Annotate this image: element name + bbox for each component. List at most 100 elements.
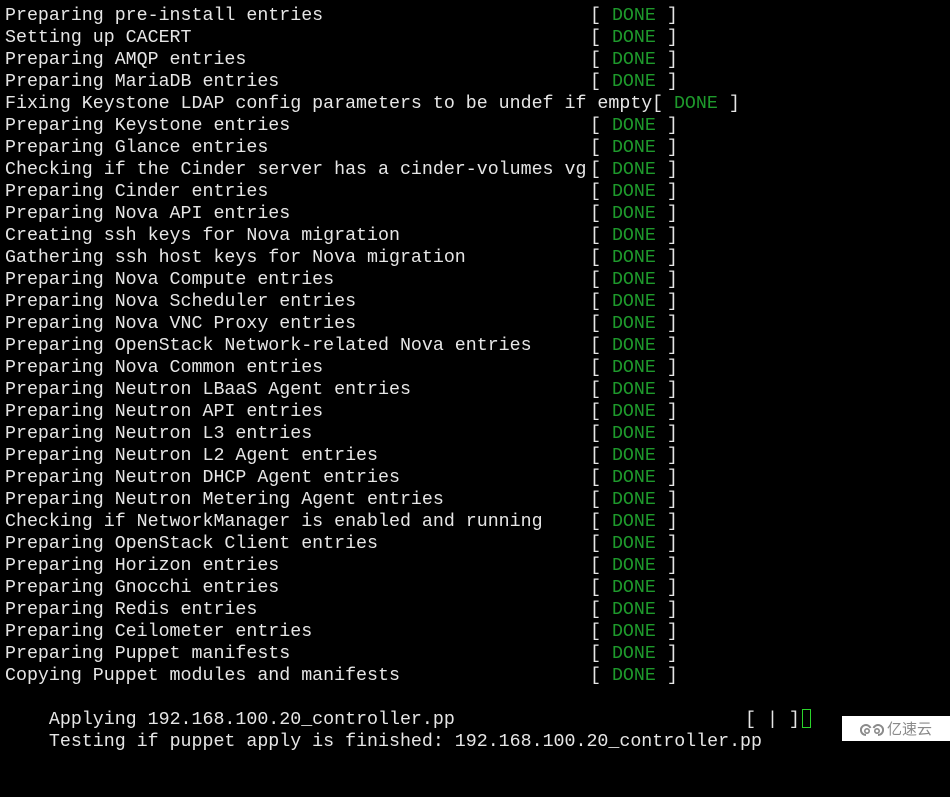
bracket-close: ]: [717, 94, 740, 114]
status-message: Preparing Nova Common entries: [5, 358, 324, 378]
bracket-close: ]: [655, 28, 678, 48]
bracket-open: [: [590, 314, 612, 334]
status-badge: [ DONE ]: [590, 577, 678, 599]
bracket-open: [: [590, 380, 612, 400]
bracket-open: [: [652, 94, 674, 114]
status-line: Preparing OpenStack Network-related Nova…: [5, 335, 762, 357]
status-line: Copying Puppet modules and manifests [ DO…: [5, 665, 762, 687]
terminal-cursor[interactable]: [801, 709, 811, 728]
done-label: DONE: [611, 226, 656, 246]
done-label: DONE: [611, 138, 656, 158]
status-message: Preparing MariaDB entries: [5, 72, 280, 92]
status-line: Preparing Glance entries [ DONE ]: [5, 137, 762, 159]
done-label: DONE: [611, 248, 656, 268]
bracket-close: ]: [655, 622, 678, 642]
bracket-close: ]: [655, 160, 678, 180]
status-badge: [ DONE ]: [590, 401, 678, 423]
status-badge: [ DONE ]: [590, 115, 678, 137]
bracket-close: ]: [655, 534, 678, 554]
status-line: Preparing Neutron L3 entries [ DONE ]: [5, 423, 762, 445]
status-message: Preparing Nova Compute entries: [5, 270, 335, 290]
done-label: DONE: [611, 556, 656, 576]
status-line: Preparing Horizon entries [ DONE ]: [5, 555, 762, 577]
status-line: Fixing Keystone LDAP config parameters t…: [5, 93, 762, 115]
done-label: DONE: [611, 182, 656, 202]
bracket-open: [: [590, 534, 612, 554]
bracket-open: [: [590, 600, 612, 620]
status-line: Gathering ssh host keys for Nova migrati…: [5, 247, 762, 269]
status-badge: [ DONE ]: [590, 489, 678, 511]
status-badge: [ DONE ]: [590, 599, 678, 621]
status-badge: [ DONE ]: [590, 5, 678, 27]
status-badge: [ DONE ]: [590, 71, 678, 93]
bracket-close: ]: [655, 116, 678, 136]
status-message: Preparing Neutron L2 Agent entries: [5, 446, 378, 466]
status-line: Preparing Neutron Metering Agent entries…: [5, 489, 762, 511]
bracket-open: [: [590, 468, 612, 488]
status-message: Preparing Neutron API entries: [5, 402, 324, 422]
bracket-close: ]: [655, 600, 678, 620]
status-badge: [ DONE ]: [590, 511, 678, 533]
done-label: DONE: [611, 380, 656, 400]
bracket-close: ]: [655, 490, 678, 510]
status-line: Preparing Neutron LBaaS Agent entries [ D…: [5, 379, 762, 401]
status-badge: [ DONE ]: [590, 269, 678, 291]
status-message: Preparing Redis entries: [5, 600, 258, 620]
bracket-open: [: [590, 556, 612, 576]
bracket-close: ]: [655, 336, 678, 356]
bracket-close: ]: [655, 204, 678, 224]
testing-line: Testing if puppet apply is finished: 192…: [5, 709, 811, 752]
status-message: Preparing AMQP entries: [5, 50, 247, 70]
status-badge: [ DONE ]: [590, 27, 678, 49]
status-badge: [ DONE ]: [590, 225, 678, 247]
status-message: Preparing OpenStack Client entries: [5, 534, 378, 554]
status-message: Preparing pre-install entries: [5, 6, 324, 26]
bracket-close: ]: [655, 380, 678, 400]
status-line: Preparing Redis entries [ DONE ]: [5, 599, 762, 621]
done-label: DONE: [611, 270, 656, 290]
bracket-open: [: [590, 182, 612, 202]
status-message: Preparing Horizon entries: [5, 556, 280, 576]
done-label: DONE: [611, 446, 656, 466]
status-badge: [ DONE ]: [590, 423, 678, 445]
status-badge: [ DONE ]: [590, 533, 678, 555]
bracket-close: ]: [655, 6, 678, 26]
status-badge: [ DONE ]: [590, 247, 678, 269]
done-label: DONE: [611, 314, 656, 334]
bracket-open: [: [590, 490, 612, 510]
bracket-open: [: [590, 72, 612, 92]
done-label: DONE: [611, 402, 656, 422]
bracket-close: ]: [655, 402, 678, 422]
status-line: Preparing Cinder entries [ DONE ]: [5, 181, 762, 203]
bracket-open: [: [590, 644, 612, 664]
done-label: DONE: [611, 160, 656, 180]
status-line: Preparing Nova API entries [ DONE ]: [5, 203, 762, 225]
status-badge: [ DONE ]: [590, 379, 678, 401]
bracket-open: [: [590, 578, 612, 598]
bracket-open: [: [590, 358, 612, 378]
testing-text: Testing if puppet apply is finished: 192…: [48, 732, 762, 752]
bracket-close: ]: [655, 248, 678, 268]
bracket-open: [: [590, 512, 612, 532]
done-label: DONE: [611, 336, 656, 356]
spinner-text: [ | ]: [745, 710, 800, 730]
bracket-close: ]: [655, 644, 678, 664]
status-message: Copying Puppet modules and manifests: [5, 666, 400, 686]
status-message: Preparing Cinder entries: [5, 182, 269, 202]
bracket-open: [: [590, 160, 612, 180]
done-label: DONE: [611, 534, 656, 554]
status-badge: [ DONE ]: [590, 335, 678, 357]
status-message: Preparing Keystone entries: [5, 116, 291, 136]
status-message: Checking if the Cinder server has a cind…: [5, 160, 587, 180]
status-message: Fixing Keystone LDAP config parameters t…: [5, 94, 653, 114]
status-message: Gathering ssh host keys for Nova migrati…: [5, 248, 466, 268]
status-line: Preparing Neutron DHCP Agent entries [ DO…: [5, 467, 762, 489]
done-label: DONE: [611, 50, 656, 70]
bracket-open: [: [590, 292, 612, 312]
status-line: Preparing Ceilometer entries [ DONE ]: [5, 621, 762, 643]
status-line: Preparing Keystone entries [ DONE ]: [5, 115, 762, 137]
status-message: Preparing OpenStack Network-related Nova…: [5, 336, 532, 356]
status-line: Checking if NetworkManager is enabled an…: [5, 511, 762, 533]
status-line: Preparing Nova Compute entries [ DONE ]: [5, 269, 762, 291]
status-badge: [ DONE ]: [590, 467, 678, 489]
